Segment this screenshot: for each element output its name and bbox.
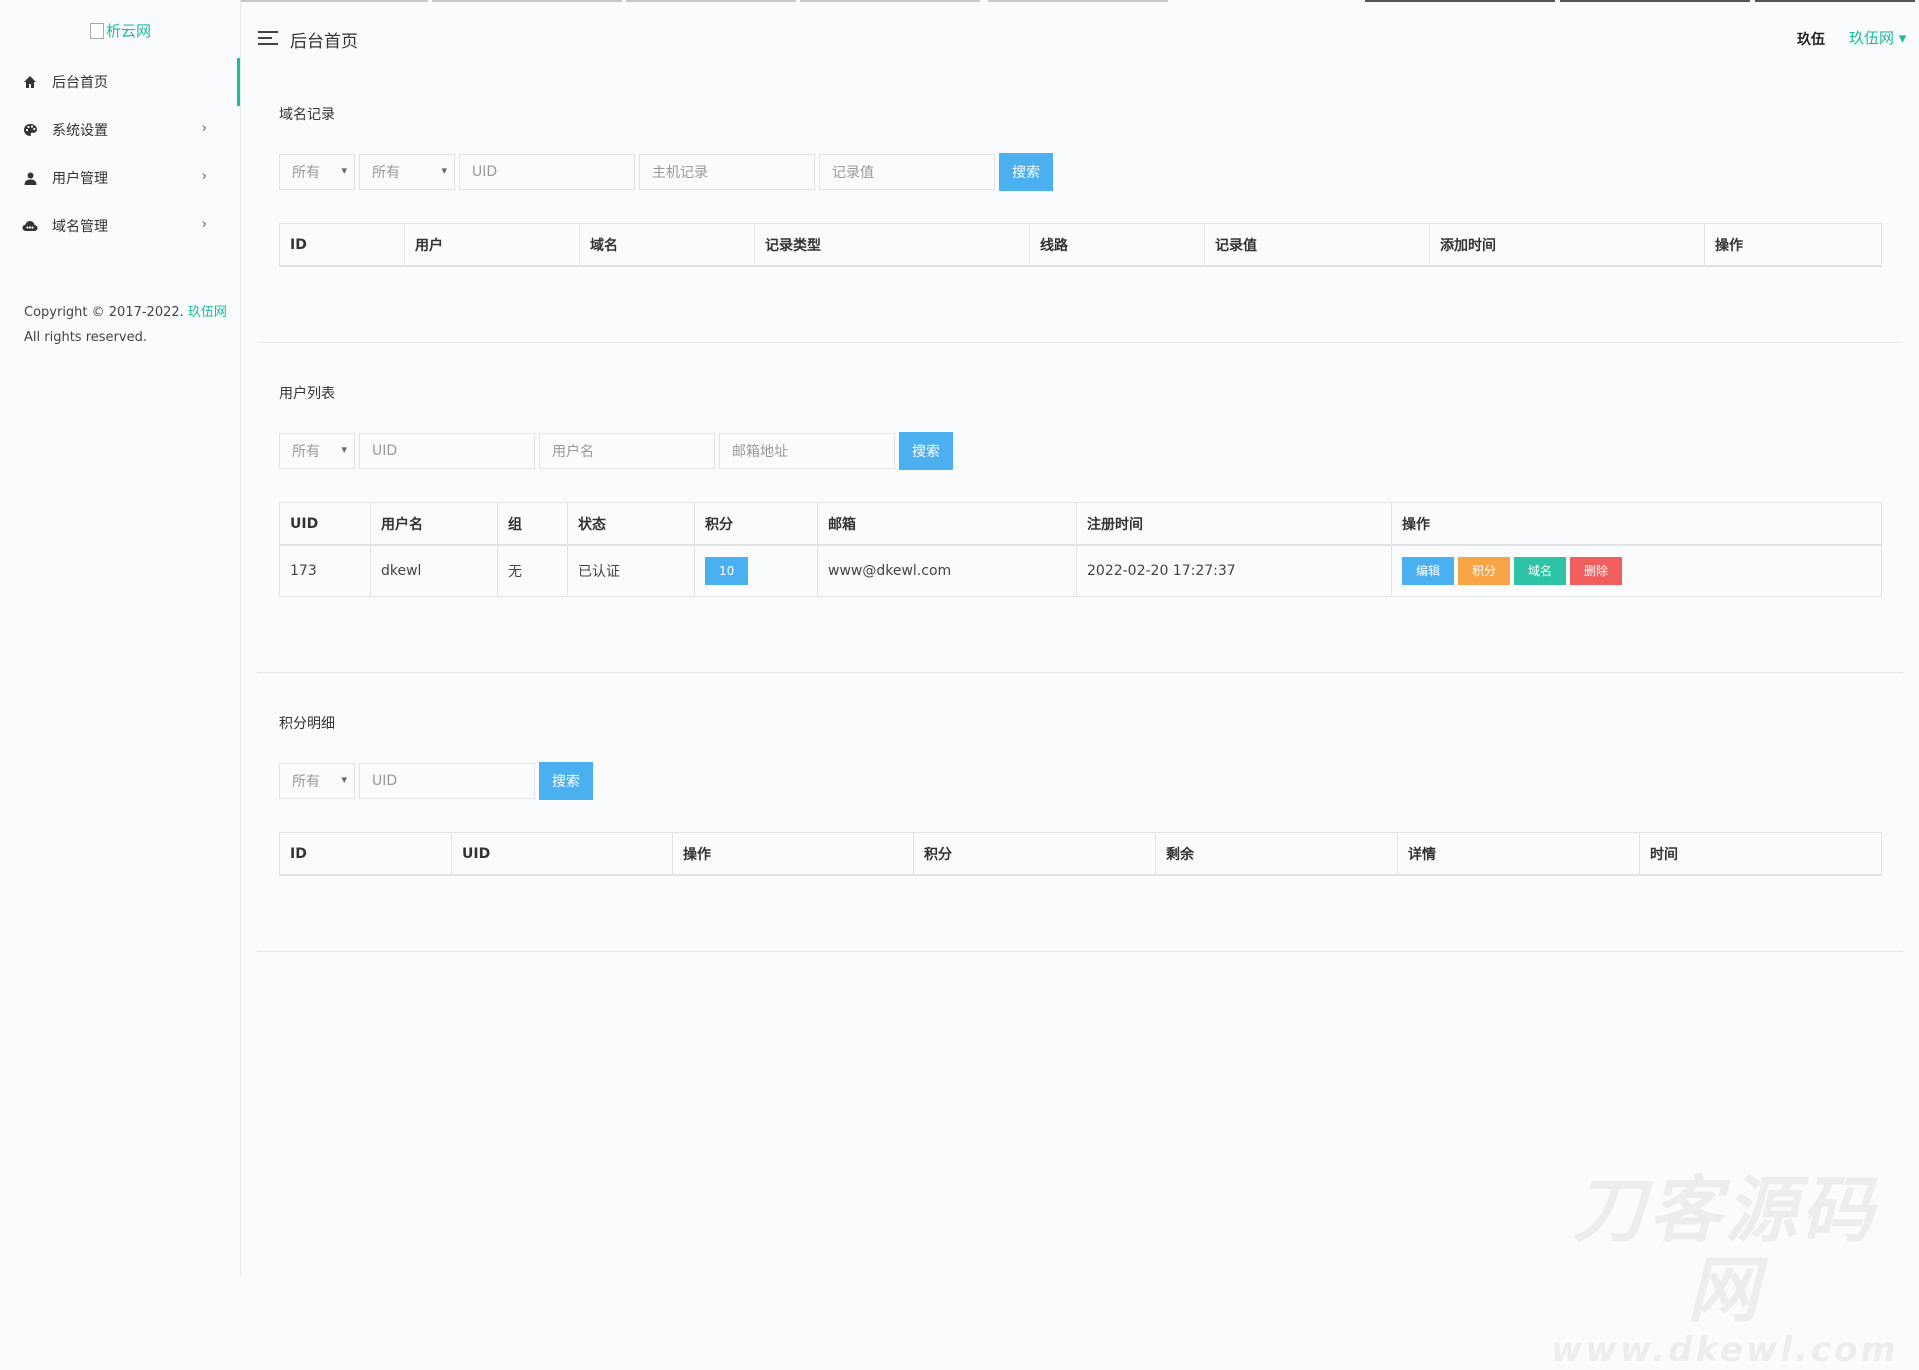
delete-button[interactable]: 删除 xyxy=(1570,557,1623,585)
sidebar-item-label: 域名管理 xyxy=(52,219,108,235)
points-badge-button[interactable]: 10 xyxy=(705,557,749,585)
sidebar-item-dashboard[interactable]: 后台首页 xyxy=(0,58,237,106)
section-title-points-detail: 积分明细 xyxy=(279,716,335,732)
points-detail-filter: 所有 UID 搜索 xyxy=(279,762,593,800)
chevron-right-icon: › xyxy=(201,217,207,232)
domain-records-filter: 所有 所有 UID 主机记录 记录值 搜索 xyxy=(279,153,1053,191)
sidebar-item-label: 后台首页 xyxy=(52,75,108,91)
broken-image-icon xyxy=(90,22,104,39)
sidebar-item-label: 系统设置 xyxy=(52,123,108,139)
section-divider xyxy=(257,342,1903,343)
column-header[interactable]: 时间 xyxy=(1639,832,1882,876)
user-name[interactable]: 玖伍 xyxy=(1797,29,1825,49)
sidebar-item-domain-management[interactable]: 域名管理 › xyxy=(0,202,237,250)
user-list-filter: 所有 UID 用户名 邮箱地址 搜索 xyxy=(279,432,953,470)
section-divider xyxy=(257,672,1903,673)
table-row: 173 dkewl 无 已认证 10 www@dkewl.com 2022-02… xyxy=(279,544,1882,597)
domain-records-table: ID 用户 域名 记录类型 线路 记录值 添加时间 操作 xyxy=(279,223,1882,267)
user-icon xyxy=(22,170,38,186)
domain-uid-input[interactable]: UID xyxy=(459,154,635,190)
home-icon xyxy=(22,74,38,90)
cell-points: 10 xyxy=(694,544,818,597)
column-header[interactable]: UID xyxy=(279,502,371,546)
points-search-button[interactable]: 搜索 xyxy=(539,762,593,800)
domain-host-record-input[interactable]: 主机记录 xyxy=(639,154,815,190)
cell-username: dkewl xyxy=(370,544,498,597)
watermark: 刀客源码网 www.dkewl.com xyxy=(1540,1170,1910,1370)
column-header[interactable]: 记录值 xyxy=(1204,223,1430,267)
points-detail-table: ID UID 操作 积分 剩余 详情 时间 xyxy=(279,832,1882,876)
section-divider xyxy=(257,951,1903,952)
column-header[interactable]: 用户名 xyxy=(370,502,498,546)
column-header[interactable]: 操作 xyxy=(1704,223,1882,267)
site-logo[interactable]: 析云网 xyxy=(90,20,151,41)
cell-group: 无 xyxy=(497,544,568,597)
logo-alt-text: 析云网 xyxy=(106,22,152,40)
domain-search-button[interactable]: 搜索 xyxy=(999,153,1053,191)
chevron-right-icon: › xyxy=(201,121,207,136)
domain-filter-select-2[interactable]: 所有 xyxy=(359,154,455,190)
cloud-icon xyxy=(22,218,38,234)
column-header[interactable]: 积分 xyxy=(694,502,818,546)
column-header[interactable]: 记录类型 xyxy=(754,223,1030,267)
column-header[interactable]: 状态 xyxy=(567,502,695,546)
sidebar-item-system-settings[interactable]: 系统设置 › xyxy=(0,106,237,154)
sidebar-nav: 后台首页 系统设置 › 用户管理 › 域名管理 › xyxy=(0,58,237,250)
edit-button[interactable]: 编辑 xyxy=(1402,557,1455,585)
palette-icon xyxy=(22,122,38,138)
cell-reg-time: 2022-02-20 17:27:37 xyxy=(1076,544,1392,597)
user-dropdown[interactable]: 玖伍网 ▾ xyxy=(1849,27,1906,48)
user-uid-input[interactable]: UID xyxy=(359,433,535,469)
domain-record-value-input[interactable]: 记录值 xyxy=(819,154,995,190)
user-filter-select[interactable]: 所有 xyxy=(279,433,355,469)
email-input[interactable]: 邮箱地址 xyxy=(719,433,895,469)
points-button[interactable]: 积分 xyxy=(1458,557,1511,585)
domain-button[interactable]: 域名 xyxy=(1514,557,1567,585)
active-nav-indicator xyxy=(237,58,240,106)
points-uid-input[interactable]: UID xyxy=(359,763,535,799)
column-header[interactable]: ID xyxy=(279,832,452,876)
copyright-prefix: Copyright © 2017-2022. xyxy=(24,305,188,320)
watermark-title: 刀客源码网 xyxy=(1572,1168,1877,1332)
column-header[interactable]: 用户 xyxy=(404,223,580,267)
column-header[interactable]: 详情 xyxy=(1397,832,1640,876)
cell-email: www@dkewl.com xyxy=(817,544,1077,597)
sidebar-item-user-management[interactable]: 用户管理 › xyxy=(0,154,237,202)
hamburger-menu-icon[interactable] xyxy=(258,30,278,50)
cell-uid: 173 xyxy=(279,544,371,597)
column-header[interactable]: 注册时间 xyxy=(1076,502,1392,546)
user-search-button[interactable]: 搜索 xyxy=(899,432,953,470)
sidebar-item-label: 用户管理 xyxy=(52,171,108,187)
domain-filter-select-1[interactable]: 所有 xyxy=(279,154,355,190)
cell-actions: 编辑 积分 域名 删除 xyxy=(1391,544,1882,597)
points-filter-select[interactable]: 所有 xyxy=(279,763,355,799)
column-header[interactable]: UID xyxy=(451,832,673,876)
cell-status: 已认证 xyxy=(567,544,695,597)
copyright-brand-link[interactable]: 玖伍网 xyxy=(188,305,227,320)
column-header[interactable]: 线路 xyxy=(1029,223,1205,267)
column-header[interactable]: 积分 xyxy=(913,832,1156,876)
column-header[interactable]: 剩余 xyxy=(1155,832,1398,876)
column-header[interactable]: ID xyxy=(279,223,405,267)
section-title-user-list: 用户列表 xyxy=(279,386,335,402)
column-header[interactable]: 组 xyxy=(497,502,568,546)
section-title-domain-records: 域名记录 xyxy=(279,107,335,123)
top-loading-strip xyxy=(0,0,1919,2)
column-header[interactable]: 添加时间 xyxy=(1429,223,1705,267)
chevron-right-icon: › xyxy=(201,169,207,184)
column-header[interactable]: 操作 xyxy=(1391,502,1882,546)
username-input[interactable]: 用户名 xyxy=(539,433,715,469)
column-header[interactable]: 邮箱 xyxy=(817,502,1077,546)
page-title: 后台首页 xyxy=(290,32,358,52)
column-header[interactable]: 操作 xyxy=(672,832,914,876)
copyright-suffix: All rights reserved. xyxy=(24,330,147,345)
sidebar: 析云网 后台首页 系统设置 › 用户管理 › 域名管理 › Copyright … xyxy=(0,0,241,1276)
watermark-url: www.dkewl.com xyxy=(1551,1330,1899,1370)
copyright: Copyright © 2017-2022. 玖伍网 All rights re… xyxy=(24,300,227,350)
user-list-table: UID 用户名 组 状态 积分 邮箱 注册时间 操作 173 dkewl 无 已… xyxy=(279,502,1882,597)
column-header[interactable]: 域名 xyxy=(579,223,755,267)
